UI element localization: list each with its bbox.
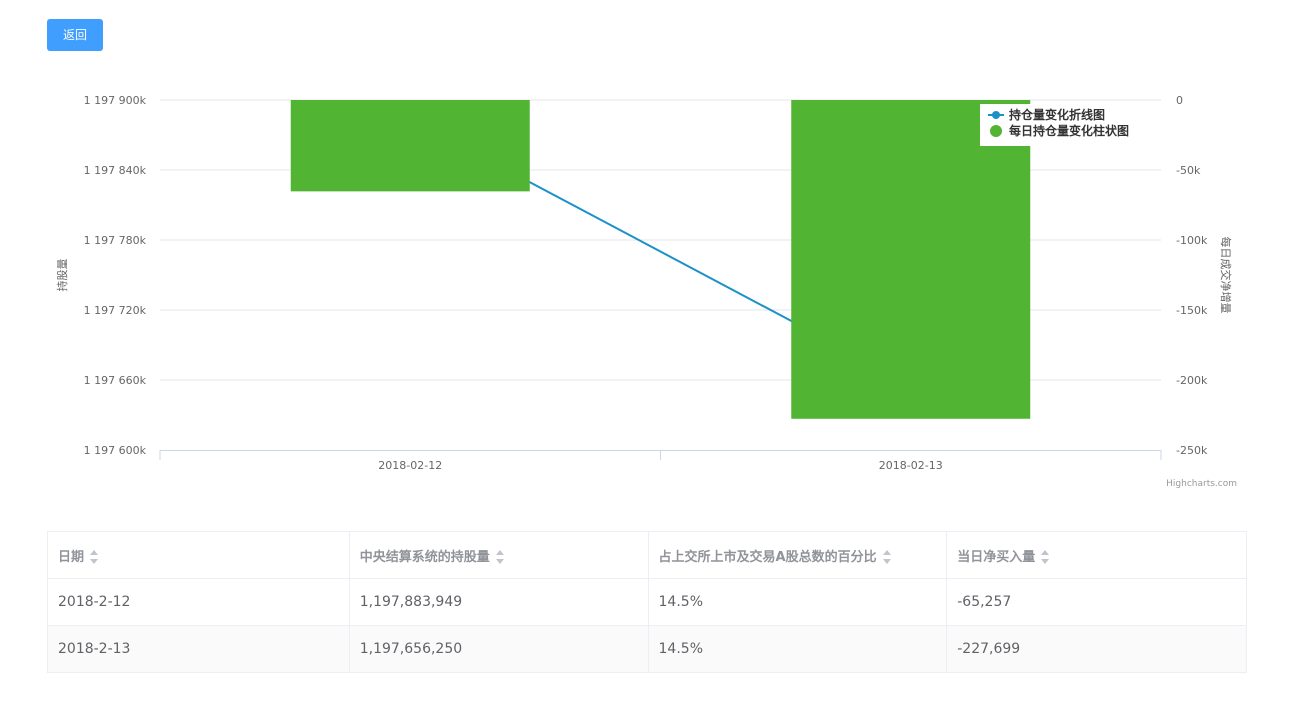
x-tick-label: 2018-02-13	[879, 459, 943, 472]
cell-holding: 1,197,883,949	[348, 578, 649, 626]
column-header-holding[interactable]: 中央结算系统的持股量	[348, 531, 649, 579]
bar	[791, 100, 1031, 419]
y-left-tick-label: 1 197 600k	[84, 444, 147, 457]
holding-chart: 1 197 900k 1 197 840k 1 197 780k 1 197 720k…	[55, 94, 1237, 489]
y-right-axis-title: 每日成交净增量	[1219, 237, 1233, 314]
y-right-tick-label: -250k	[1176, 444, 1208, 457]
cell-date: 2018-2-12	[47, 578, 350, 626]
column-header-net-buy[interactable]: 当日净买入量	[946, 531, 1247, 579]
bar	[290, 100, 530, 192]
highcharts-credit: Highcharts.com	[1166, 479, 1237, 489]
y-right-tick-label: -50k	[1176, 164, 1201, 177]
legend-bar-symbol	[990, 125, 1002, 137]
y-left-tick-label: 1 197 840k	[84, 164, 147, 177]
y-left-tick-label: 1 197 660k	[84, 374, 147, 387]
y-right-tick-label: 0	[1176, 94, 1183, 107]
column-header-percent[interactable]: 占上交所上市及交易A股总数的百分比	[647, 531, 948, 579]
legend-item-line: 持仓量变化折线图	[1009, 107, 1105, 122]
cell-percent: 14.5%	[647, 625, 948, 673]
cell-net-buy: -65,257	[946, 578, 1247, 626]
column-header-date[interactable]: 日期	[47, 531, 350, 579]
cell-percent: 14.5%	[647, 578, 948, 626]
holdings-table: 日期 中央结算系统的持股量 占上交所上市及交易A股总数的百分比 当日净买入量 2…	[47, 531, 1247, 673]
table-header-row: 日期 中央结算系统的持股量 占上交所上市及交易A股总数的百分比 当日净买入量	[47, 531, 1247, 579]
legend-item-bar: 每日持仓量变化柱状图	[1009, 123, 1129, 138]
y-right-tick-label: -150k	[1176, 304, 1208, 317]
table-row: 2018-2-12 1,197,883,949 14.5% -65,257	[47, 578, 1247, 626]
sort-icon[interactable]	[1040, 550, 1050, 564]
y-right-tick-label: -200k	[1176, 374, 1208, 387]
cell-net-buy: -227,699	[946, 625, 1247, 673]
chart-legend: 持仓量变化折线图每日持仓量变化柱状图	[980, 104, 1148, 146]
cell-date: 2018-2-13	[47, 625, 350, 673]
cell-holding: 1,197,656,250	[348, 625, 649, 673]
sort-icon[interactable]	[882, 550, 892, 564]
legend-line-marker	[992, 111, 1000, 119]
y-left-axis-title: 持股量	[55, 259, 69, 292]
y-left-tick-label: 1 197 780k	[84, 234, 147, 247]
sort-icon[interactable]	[89, 550, 99, 564]
sort-icon[interactable]	[495, 550, 505, 564]
y-right-tick-label: -100k	[1176, 234, 1208, 247]
y-left-tick-label: 1 197 720k	[84, 304, 147, 317]
y-left-tick-label: 1 197 900k	[84, 94, 147, 107]
table-row: 2018-2-13 1,197,656,250 14.5% -227,699	[47, 625, 1247, 673]
x-tick-label: 2018-02-12	[378, 459, 442, 472]
